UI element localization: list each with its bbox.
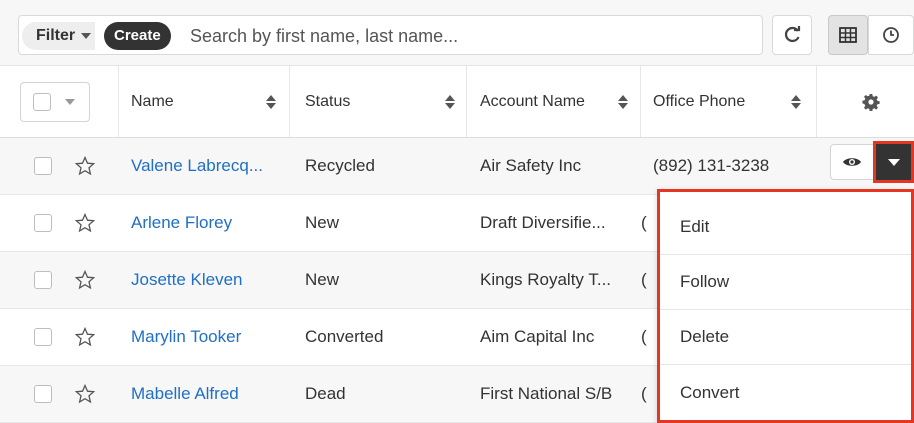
favorite-star-button[interactable] xyxy=(75,138,95,194)
chevron-down-icon xyxy=(81,32,92,39)
row-checkbox[interactable] xyxy=(34,138,52,194)
eye-icon xyxy=(843,158,861,166)
office-phone-cell: (892) 131-3238 xyxy=(653,156,770,175)
record-name-link[interactable]: Marylin Tooker xyxy=(131,309,281,365)
clock-icon xyxy=(883,27,899,43)
column-header-label: Account Name xyxy=(480,92,585,110)
menu-item-edit[interactable]: Edit xyxy=(660,200,911,255)
column-divider xyxy=(816,66,817,137)
column-header-office-phone[interactable]: Office Phone xyxy=(653,66,801,137)
row-checkbox[interactable] xyxy=(34,309,52,365)
column-divider xyxy=(640,66,641,137)
create-filter-button[interactable]: Create xyxy=(104,22,171,50)
account-name-cell: Draft Diversifie... xyxy=(480,213,606,232)
account-name-cell: Air Safety Inc xyxy=(480,156,582,175)
office-phone-cell: ( xyxy=(641,327,647,346)
star-icon xyxy=(75,384,95,404)
chevron-down-icon xyxy=(65,98,75,105)
status-cell: New xyxy=(305,270,340,289)
office-phone-cell: ( xyxy=(641,270,647,289)
star-icon xyxy=(75,156,95,176)
table-view-icon xyxy=(839,27,857,43)
status-cell: New xyxy=(305,213,340,232)
refresh-icon xyxy=(784,26,801,43)
select-all-control xyxy=(20,66,110,137)
account-name-cell: Aim Capital Inc xyxy=(480,327,595,346)
menu-item-convert[interactable]: Convert xyxy=(660,365,911,420)
filter-label: Filter xyxy=(36,27,76,44)
record-name-link[interactable]: Mabelle Alfred xyxy=(131,366,281,422)
select-all-checkbox[interactable] xyxy=(33,92,51,111)
status-cell: Converted xyxy=(305,327,384,346)
column-header-status[interactable]: Status xyxy=(305,66,455,137)
record-name-link[interactable]: Josette Kleven xyxy=(131,252,281,308)
sort-icon xyxy=(791,94,801,109)
account-name-cell: First National S/B xyxy=(480,384,613,403)
column-divider xyxy=(466,66,467,137)
office-phone-cell: ( xyxy=(641,213,647,232)
mass-select-dropdown[interactable] xyxy=(20,81,90,122)
activity-stream-button[interactable] xyxy=(868,15,914,55)
refresh-button[interactable] xyxy=(772,15,812,55)
record-name-link[interactable]: Valene Labrecq... xyxy=(131,138,281,194)
row-checkbox[interactable] xyxy=(34,252,52,308)
row-actions xyxy=(830,141,914,183)
row-checkbox[interactable] xyxy=(34,195,52,251)
column-header-label: Name xyxy=(131,92,174,110)
table-row: Valene Labrecq... Recycled Air Safety In… xyxy=(0,138,914,195)
sort-icon xyxy=(445,94,455,109)
favorite-star-button[interactable] xyxy=(75,195,95,251)
list-view-button[interactable] xyxy=(828,15,868,55)
column-header-label: Status xyxy=(305,92,351,110)
filter-button[interactable]: Filter xyxy=(22,22,96,50)
menu-item-delete[interactable]: Delete xyxy=(660,310,911,365)
star-icon xyxy=(75,270,95,290)
column-divider xyxy=(289,66,290,137)
sort-icon xyxy=(266,94,276,109)
sort-icon xyxy=(618,94,628,109)
menu-item-follow[interactable]: Follow xyxy=(660,255,911,310)
caret-down-icon xyxy=(887,158,900,166)
favorite-star-button[interactable] xyxy=(75,252,95,308)
column-divider xyxy=(118,66,119,137)
search-input[interactable] xyxy=(190,20,750,52)
star-icon xyxy=(75,213,95,233)
gear-icon xyxy=(862,93,880,111)
column-header-name[interactable]: Name xyxy=(131,66,276,137)
star-icon xyxy=(75,327,95,347)
column-header-account-name[interactable]: Account Name xyxy=(480,66,628,137)
favorite-star-button[interactable] xyxy=(75,309,95,365)
favorite-star-button[interactable] xyxy=(75,366,95,422)
status-cell: Dead xyxy=(305,384,346,403)
list-toolbar: Filter Create xyxy=(0,0,914,66)
table-header: Name Status Account Name Office Phone xyxy=(0,66,914,138)
status-cell: Recycled xyxy=(305,156,375,175)
row-actions-menu: Edit Follow Delete Convert xyxy=(657,189,914,423)
record-name-link[interactable]: Arlene Florey xyxy=(131,195,281,251)
row-actions-dropdown-button[interactable] xyxy=(873,141,914,183)
column-header-label: Office Phone xyxy=(653,92,746,110)
column-settings-button[interactable] xyxy=(862,66,882,137)
account-name-cell: Kings Royalty T... xyxy=(480,270,612,289)
preview-button[interactable] xyxy=(830,144,874,180)
office-phone-cell: ( xyxy=(641,384,647,403)
row-checkbox[interactable] xyxy=(34,366,52,422)
